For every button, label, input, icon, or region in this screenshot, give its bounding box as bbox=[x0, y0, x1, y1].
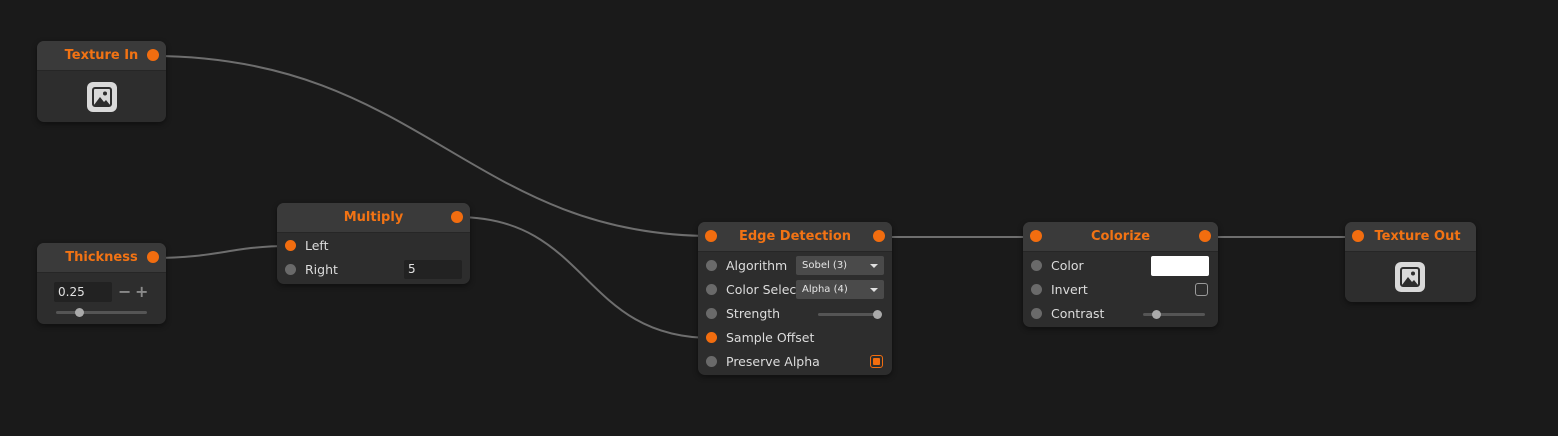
chevron-down-icon bbox=[870, 264, 878, 268]
output-port[interactable] bbox=[451, 211, 463, 223]
node-texture-out[interactable]: Texture Out bbox=[1345, 222, 1476, 302]
node-header[interactable]: Texture Out bbox=[1345, 222, 1476, 252]
param-label: Invert bbox=[1051, 282, 1088, 297]
param-row-sample-offset: Sample Offset bbox=[698, 326, 892, 350]
input-port-strength[interactable] bbox=[706, 308, 717, 319]
contrast-slider-thumb[interactable] bbox=[1152, 310, 1161, 319]
node-header[interactable]: Colorize bbox=[1023, 222, 1218, 252]
node-edge-detection[interactable]: Edge Detection Algorithm Sobel (3) Color… bbox=[698, 222, 892, 375]
node-multiply[interactable]: Multiply Left Right 5 bbox=[277, 203, 470, 284]
node-title: Colorize bbox=[1090, 229, 1151, 244]
param-label: Algorithm bbox=[726, 258, 788, 273]
output-port[interactable] bbox=[147, 251, 159, 263]
param-label: Color bbox=[1051, 258, 1084, 273]
input-port-algorithm[interactable] bbox=[706, 260, 717, 271]
increment-button[interactable]: + bbox=[135, 284, 148, 300]
thickness-slider-track[interactable] bbox=[56, 311, 147, 314]
chevron-down-icon bbox=[870, 288, 878, 292]
output-port[interactable] bbox=[873, 230, 885, 242]
input-row-right: Right 5 bbox=[277, 258, 470, 282]
input-port-right[interactable] bbox=[285, 264, 296, 275]
param-label: Color Select bbox=[726, 282, 802, 297]
color-swatch[interactable] bbox=[1151, 256, 1209, 276]
thickness-number-input[interactable]: 0.25 bbox=[54, 282, 112, 302]
param-row-algorithm: Algorithm Sobel (3) bbox=[698, 254, 892, 278]
algorithm-dropdown[interactable]: Sobel (3) bbox=[796, 256, 884, 275]
strength-slider-track[interactable] bbox=[818, 313, 880, 316]
input-port-color-select[interactable] bbox=[706, 284, 717, 295]
node-header[interactable]: Edge Detection bbox=[698, 222, 892, 252]
output-port[interactable] bbox=[1199, 230, 1211, 242]
node-title: Multiply bbox=[343, 210, 404, 225]
input-port-left[interactable] bbox=[285, 240, 296, 251]
param-row-strength: Strength bbox=[698, 302, 892, 326]
node-title: Texture Out bbox=[1374, 229, 1461, 244]
invert-checkbox[interactable] bbox=[1195, 283, 1208, 296]
param-row-preserve-alpha: Preserve Alpha bbox=[698, 350, 892, 374]
right-number-input[interactable]: 5 bbox=[404, 260, 462, 279]
color-select-dropdown[interactable]: Alpha (4) bbox=[796, 280, 884, 299]
input-label: Left bbox=[305, 238, 329, 253]
input-row-left: Left bbox=[277, 234, 470, 258]
strength-slider-thumb[interactable] bbox=[873, 310, 882, 319]
node-colorize[interactable]: Colorize Color Invert Contrast bbox=[1023, 222, 1218, 327]
input-port-preserve-alpha[interactable] bbox=[706, 356, 717, 367]
input-label: Right bbox=[305, 262, 338, 277]
node-header[interactable]: Multiply bbox=[277, 203, 470, 233]
param-label: Sample Offset bbox=[726, 330, 815, 345]
input-port-contrast[interactable] bbox=[1031, 308, 1042, 319]
output-port[interactable] bbox=[147, 49, 159, 61]
wire-thickness-to-multiply-left[interactable] bbox=[151, 245, 291, 259]
decrement-button[interactable]: − bbox=[118, 284, 131, 300]
input-port-color[interactable] bbox=[1031, 260, 1042, 271]
preserve-alpha-checkbox[interactable] bbox=[870, 355, 883, 368]
param-label: Preserve Alpha bbox=[726, 354, 820, 369]
param-label: Contrast bbox=[1051, 306, 1105, 321]
param-label: Strength bbox=[726, 306, 781, 321]
node-thickness[interactable]: Thickness 0.25 − + bbox=[37, 243, 166, 324]
dropdown-value: Alpha (4) bbox=[802, 284, 848, 295]
image-icon bbox=[1395, 262, 1425, 292]
param-row-contrast: Contrast bbox=[1023, 302, 1218, 326]
node-header[interactable]: Texture In bbox=[37, 41, 166, 71]
input-port-sample-offset[interactable] bbox=[706, 332, 717, 343]
input-port-invert[interactable] bbox=[1031, 284, 1042, 295]
image-icon bbox=[87, 82, 117, 112]
param-row-color-select: Color Select Alpha (4) bbox=[698, 278, 892, 302]
param-row-color: Color bbox=[1023, 254, 1218, 278]
thickness-slider-thumb[interactable] bbox=[75, 308, 84, 317]
node-texture-in[interactable]: Texture In bbox=[37, 41, 166, 122]
node-title: Edge Detection bbox=[738, 229, 852, 244]
dropdown-value: Sobel (3) bbox=[802, 260, 848, 271]
node-header[interactable]: Thickness bbox=[37, 243, 166, 273]
param-row-invert: Invert bbox=[1023, 278, 1218, 302]
